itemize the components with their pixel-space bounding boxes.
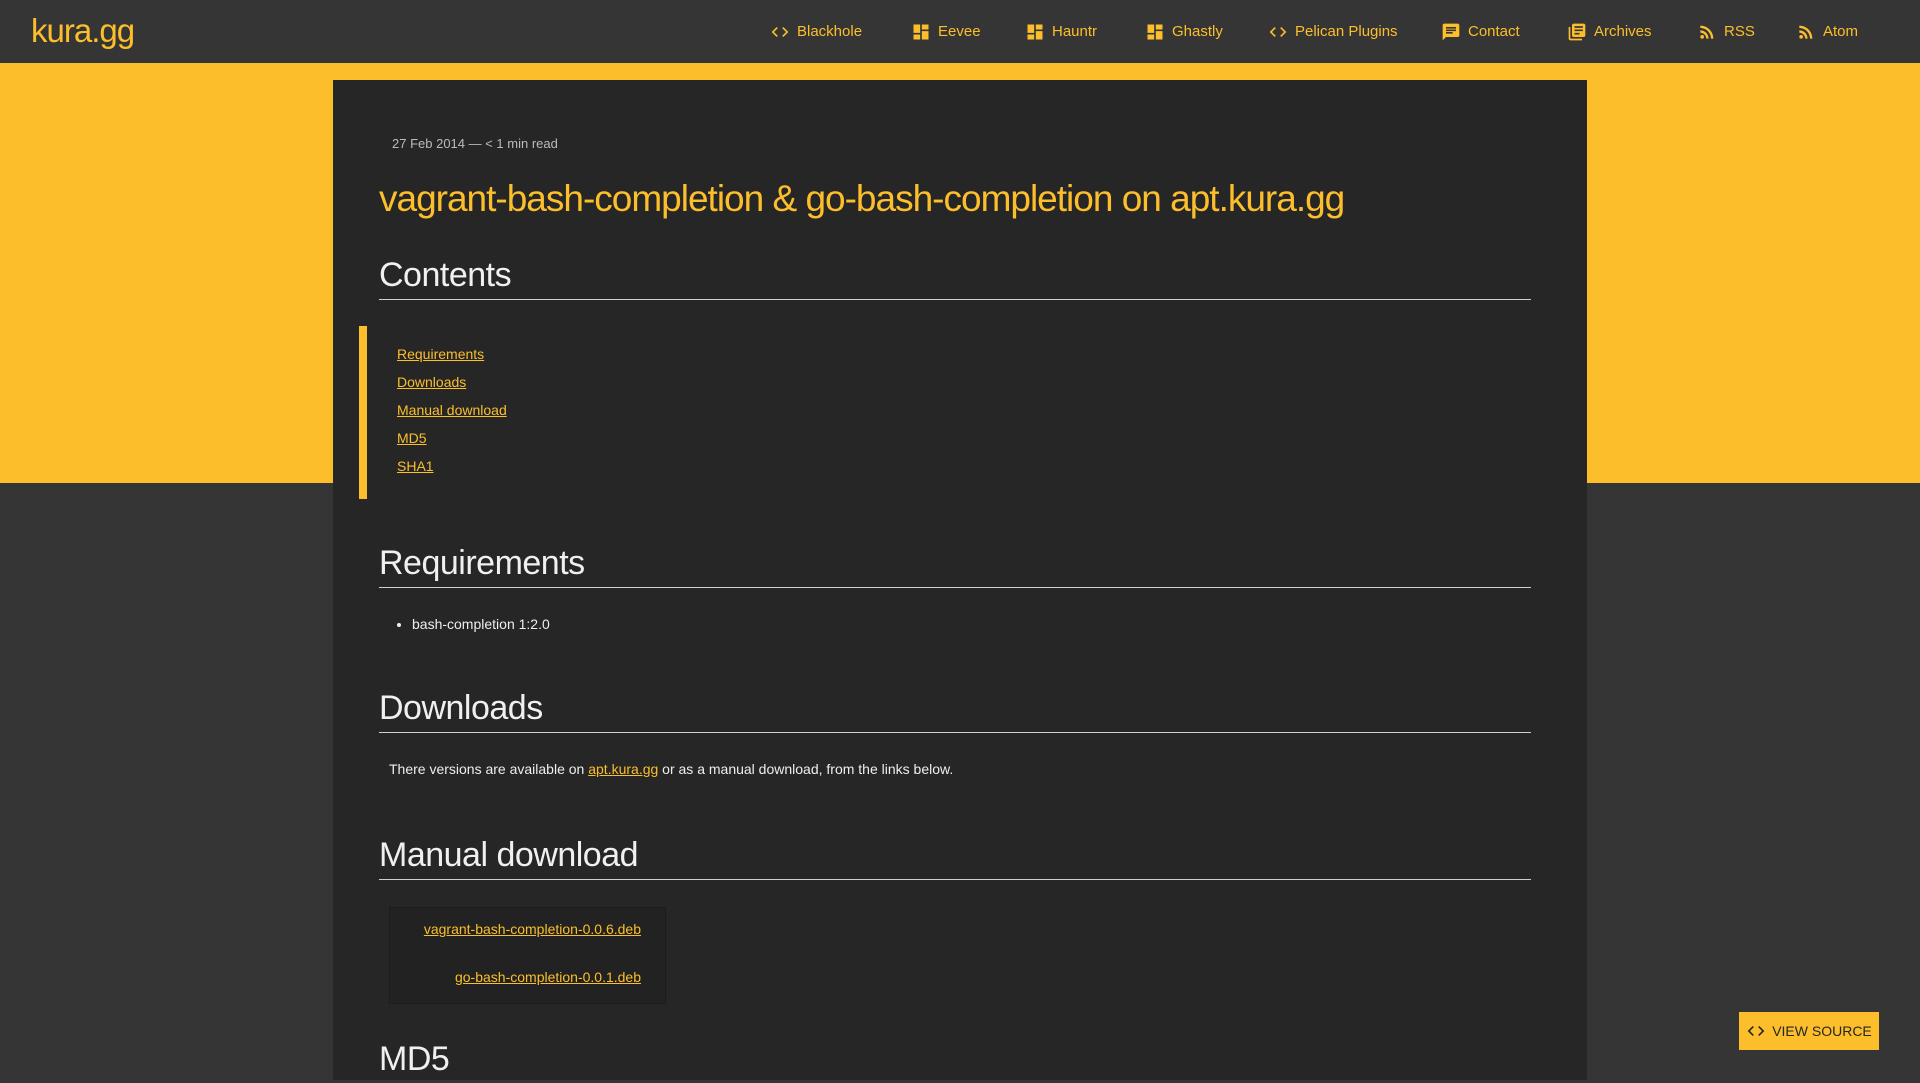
view-source-label: VIEW SOURCE bbox=[1772, 1023, 1872, 1039]
manual-download-heading: Manual download bbox=[379, 836, 1531, 880]
nav-label: Ghastly bbox=[1172, 23, 1223, 40]
article-title: vagrant-bash-completion & go-bash-comple… bbox=[379, 178, 1345, 219]
nav-archives[interactable]: Archives bbox=[1567, 0, 1652, 63]
download-link-vagrant[interactable]: vagrant-bash-completion-0.0.6.deb bbox=[424, 921, 641, 937]
nav-atom[interactable]: Atom bbox=[1796, 0, 1858, 63]
nav-contact[interactable]: Contact bbox=[1441, 0, 1520, 63]
nav-label: Blackhole bbox=[797, 23, 863, 40]
code-icon bbox=[771, 26, 789, 37]
nav-hauntr[interactable]: Hauntr bbox=[1025, 0, 1097, 63]
nav-eevee[interactable]: Eevee bbox=[911, 0, 981, 63]
code-icon bbox=[1269, 26, 1287, 37]
nav-label: Eevee bbox=[938, 23, 981, 40]
view-source-button[interactable]: VIEW SOURCE bbox=[1739, 1012, 1879, 1050]
nav-blackhole[interactable]: Blackhole bbox=[770, 0, 862, 63]
table-of-contents: Requirements Downloads Manual download M… bbox=[359, 326, 667, 499]
downloads-text: or as a manual download, from the links … bbox=[658, 761, 954, 777]
code-icon bbox=[1747, 1026, 1765, 1036]
requirements-list: bash-completion 1:2.0 bbox=[412, 616, 550, 632]
dashboard-icon bbox=[1027, 24, 1043, 39]
rss-icon bbox=[1799, 25, 1813, 39]
download-links-box: vagrant-bash-completion-0.0.6.deb go-bas… bbox=[389, 907, 666, 1004]
downloads-text: There versions are available on bbox=[389, 761, 589, 777]
nav-rss[interactable]: RSS bbox=[1697, 0, 1755, 63]
nav-label: RSS bbox=[1724, 23, 1755, 40]
dashboard-icon bbox=[1147, 24, 1163, 39]
apt-link[interactable]: apt.kura.gg bbox=[588, 761, 658, 777]
toc-link-downloads[interactable]: Downloads bbox=[397, 374, 466, 390]
nav-label: Archives bbox=[1594, 23, 1652, 40]
nav-label: Atom bbox=[1823, 23, 1859, 40]
downloads-paragraph: There versions are available on apt.kura… bbox=[389, 761, 953, 777]
contents-heading: Contents bbox=[379, 256, 1531, 300]
library-icon bbox=[1568, 23, 1586, 40]
toc-link-manual-download[interactable]: Manual download bbox=[397, 402, 507, 418]
nav-label: Hauntr bbox=[1052, 23, 1098, 40]
download-link-go[interactable]: go-bash-completion-0.0.1.deb bbox=[455, 969, 641, 985]
downloads-heading: Downloads bbox=[379, 689, 1531, 733]
requirements-heading: Requirements bbox=[379, 544, 1531, 588]
chat-icon bbox=[1442, 23, 1460, 40]
md5-heading: MD5 bbox=[379, 1040, 450, 1078]
toc-link-sha1[interactable]: SHA1 bbox=[397, 458, 434, 474]
nav-label: Contact bbox=[1468, 23, 1520, 40]
nav-label: Pelican Plugins bbox=[1295, 23, 1398, 40]
rss-icon bbox=[1700, 25, 1714, 39]
article-meta: 27 Feb 2014 — < 1 min read bbox=[392, 136, 558, 151]
top-navbar: kura.gg Blackhole Eevee Hauntr Ghastly P… bbox=[0, 0, 1920, 63]
main-nav: Blackhole Eevee Hauntr Ghastly Pelican P… bbox=[0, 0, 1920, 63]
toc-link-requirements[interactable]: Requirements bbox=[397, 346, 484, 362]
list-item: bash-completion 1:2.0 bbox=[412, 616, 550, 632]
nav-ghastly[interactable]: Ghastly bbox=[1145, 0, 1223, 63]
toc-link-md5[interactable]: MD5 bbox=[397, 430, 427, 446]
nav-pelican-plugins[interactable]: Pelican Plugins bbox=[1268, 0, 1398, 63]
dashboard-icon bbox=[913, 24, 929, 39]
